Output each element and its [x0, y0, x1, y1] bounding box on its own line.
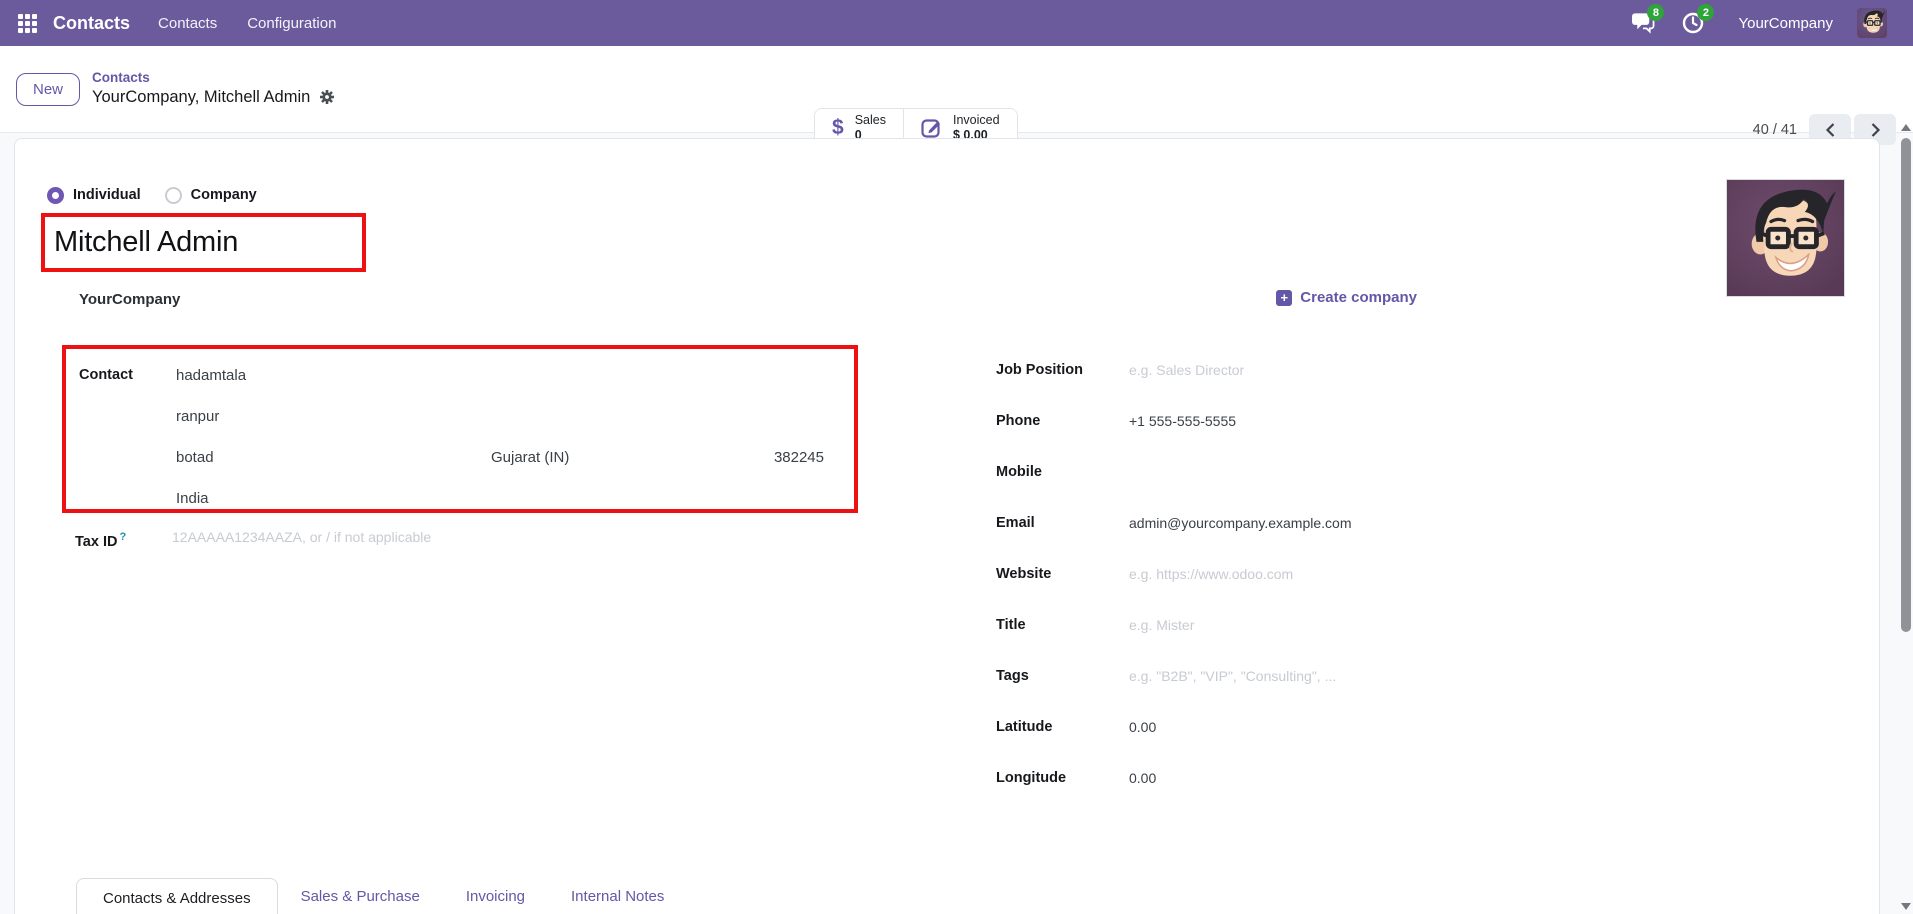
scroll-down-arrow[interactable]	[1901, 903, 1911, 910]
tab-contacts-addresses[interactable]: Contacts & Addresses	[76, 878, 278, 914]
notebook-tabs: Contacts & Addresses Sales & Purchase In…	[76, 877, 1853, 914]
create-company-button[interactable]: + Create company	[1276, 289, 1417, 306]
street2-field[interactable]: ranpur	[176, 406, 219, 427]
tags-row: Tags e.g. "B2B", "VIP", "Consulting", ..…	[996, 666, 1441, 688]
email-input[interactable]: admin@yourcompany.example.com	[1129, 513, 1352, 534]
radio-individual[interactable]: Individual	[47, 186, 141, 204]
top-navbar: Contacts Contacts Configuration 8 2 Your…	[0, 0, 1913, 46]
activities-button[interactable]: 2	[1680, 4, 1715, 36]
longitude-row: Longitude 0.00	[996, 768, 1441, 790]
tax-id-label: Tax ID?	[75, 531, 127, 550]
longitude-input[interactable]: 0.00	[1129, 768, 1156, 789]
contact-name: Mitchell Admin	[54, 226, 239, 258]
website-row: Website e.g. https://www.odoo.com	[996, 564, 1441, 586]
activities-badge: 2	[1697, 4, 1715, 21]
edit-invoice-icon	[921, 117, 942, 138]
breadcrumb: Contacts YourCompany, Mitchell Admin	[92, 70, 335, 108]
scrollbar-thumb[interactable]	[1901, 138, 1911, 632]
company-type-selector: Individual Company	[47, 185, 1879, 205]
dollar-icon: $	[832, 115, 844, 139]
menu-configuration[interactable]: Configuration	[247, 15, 336, 32]
chevron-left-icon	[1825, 122, 1834, 137]
content-area: Individual Company Mitchell Admin YourCo…	[0, 133, 1913, 914]
apps-grid-icon	[17, 13, 37, 33]
phone-input[interactable]: +1 555-555-5555	[1129, 411, 1236, 432]
name-input[interactable]: Mitchell Admin	[41, 213, 366, 272]
radio-selected-icon	[47, 186, 64, 204]
country-field[interactable]: India	[176, 488, 209, 509]
sales-stat-label: Sales	[854, 112, 886, 127]
breadcrumb-current: YourCompany, Mitchell Admin	[92, 88, 311, 107]
radio-unselected-icon	[164, 186, 182, 204]
tax-id-input[interactable]: 12AAAAA1234AAZA, or / if not applicable	[172, 527, 431, 548]
zip-field[interactable]: 382245	[774, 447, 824, 468]
messages-button[interactable]: 8	[1630, 4, 1665, 36]
detail-fields: Job Position e.g. Sales Director Phone +…	[996, 360, 1441, 790]
latitude-input[interactable]: 0.00	[1129, 717, 1156, 738]
title-row: Title e.g. Mister	[996, 615, 1441, 637]
new-button[interactable]: New	[16, 72, 81, 106]
app-name[interactable]: Contacts	[53, 13, 130, 34]
contact-address-block: Contact hadamtala ranpur botad Gujarat (…	[62, 345, 858, 513]
email-row: Email admin@yourcompany.example.com	[996, 513, 1441, 535]
contact-label: Contact	[79, 367, 133, 383]
vertical-scrollbar	[1900, 124, 1912, 914]
tab-invoicing[interactable]: Invoicing	[443, 877, 548, 914]
contact-form-sheet: Individual Company Mitchell Admin YourCo…	[14, 138, 1880, 914]
menu-contacts[interactable]: Contacts	[158, 15, 217, 32]
job-position-input[interactable]: e.g. Sales Director	[1129, 360, 1244, 381]
latitude-row: Latitude 0.00	[996, 717, 1441, 739]
control-panel: New Contacts YourCompany, Mitchell Admin…	[0, 46, 1913, 147]
job-position-row: Job Position e.g. Sales Director	[996, 360, 1441, 382]
chevron-right-icon	[1871, 122, 1880, 137]
state-field[interactable]: Gujarat (IN)	[491, 447, 774, 468]
radio-company[interactable]: Company	[164, 186, 257, 204]
website-input[interactable]: e.g. https://www.odoo.com	[1129, 564, 1293, 585]
scroll-up-arrow[interactable]	[1901, 124, 1911, 131]
city-field[interactable]: botad	[176, 447, 491, 468]
mobile-row: Mobile	[996, 464, 1042, 480]
tags-input[interactable]: e.g. "B2B", "VIP", "Consulting", ...	[1129, 666, 1336, 687]
settings-gear-button[interactable]	[319, 89, 335, 105]
title-input[interactable]: e.g. Mister	[1129, 615, 1194, 636]
messages-badge: 8	[1647, 4, 1665, 21]
tax-id-row: Tax ID? 12AAAAA1234AAZA, or / if not app…	[62, 527, 858, 553]
invoiced-stat-label: Invoiced	[952, 112, 1000, 127]
tab-sales-purchase[interactable]: Sales & Purchase	[278, 877, 443, 914]
plus-square-icon: +	[1276, 289, 1293, 306]
company-name-field[interactable]: YourCompany	[79, 291, 858, 308]
help-icon[interactable]: ?	[119, 531, 126, 543]
tab-internal-notes[interactable]: Internal Notes	[548, 877, 687, 914]
pager-count[interactable]: 40 / 41	[1753, 122, 1797, 138]
street-field[interactable]: hadamtala	[176, 365, 246, 386]
phone-row: Phone +1 555-555-5555	[996, 411, 1441, 433]
gear-icon	[320, 90, 335, 105]
user-menu[interactable]: YourCompany	[1738, 15, 1833, 32]
breadcrumb-contacts-link[interactable]: Contacts	[92, 70, 335, 87]
apps-menu-button[interactable]	[14, 10, 40, 36]
contact-photo[interactable]	[1726, 179, 1845, 297]
user-avatar[interactable]	[1857, 8, 1887, 38]
